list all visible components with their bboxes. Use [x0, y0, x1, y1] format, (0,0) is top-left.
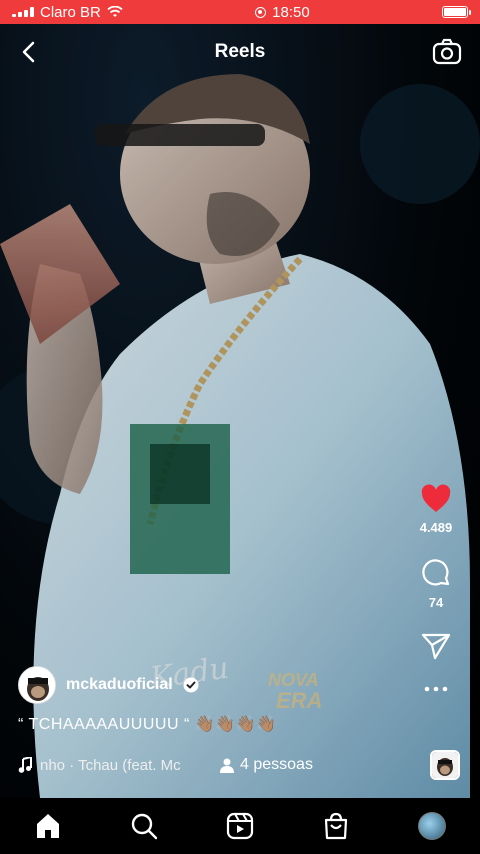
signal-icon: [12, 7, 34, 17]
reel-caption: mckaduoficial “ TCHAAAAAUUUUU “ 👋🏽👋🏽👋🏽👋🏽: [18, 666, 398, 734]
send-icon: [421, 633, 451, 660]
reels-icon: [226, 812, 254, 840]
caption-text[interactable]: “ TCHAAAAAUUUUU “ 👋🏽👋🏽👋🏽👋🏽: [18, 714, 398, 734]
audio-row: nho · Tchau (feat. Mc 4 pessoas: [18, 756, 418, 774]
nav-profile[interactable]: [408, 806, 456, 846]
page-title: Reels: [214, 41, 266, 62]
comment-count: 74: [428, 595, 444, 610]
bottom-nav: [0, 798, 480, 854]
comment-icon: [422, 559, 450, 586]
author-row: mckaduoficial: [18, 666, 398, 704]
more-options-button[interactable]: [424, 686, 448, 692]
share-button[interactable]: [421, 632, 451, 660]
verified-badge-icon: [183, 677, 199, 693]
tagged-people-count: 4 pessoas: [240, 756, 313, 773]
avatar[interactable]: [18, 666, 56, 704]
nav-search[interactable]: [120, 806, 168, 846]
audio-cover-icon: [432, 752, 458, 778]
author-username[interactable]: mckaduoficial: [66, 676, 173, 694]
status-right: [442, 6, 471, 18]
original-audio-thumbnail[interactable]: [430, 750, 460, 780]
battery-icon: [442, 6, 471, 18]
reel-actions: 4.489 74: [406, 484, 466, 692]
comment-button[interactable]: 74: [420, 557, 452, 610]
like-button[interactable]: 4.489: [419, 484, 453, 535]
search-icon: [131, 813, 158, 840]
carrier-label: Claro BR: [40, 3, 101, 21]
camera-icon[interactable]: [432, 37, 462, 67]
status-center: 18:50: [255, 4, 310, 21]
back-arrow-icon[interactable]: [18, 40, 40, 64]
more-dots-icon: [424, 686, 448, 692]
person-icon: [220, 758, 234, 773]
audio-title[interactable]: nho · Tchau (feat. Mc: [40, 757, 198, 774]
nav-reels[interactable]: [216, 806, 264, 846]
tagged-people[interactable]: 4 pessoas: [220, 756, 313, 774]
wifi-icon: [107, 6, 123, 17]
heart-icon: [421, 484, 451, 512]
screen-recording-icon: [255, 6, 267, 18]
status-bar: Claro BR 18:50: [0, 0, 480, 24]
reels-header: Reels: [0, 24, 480, 80]
ape-avatar-icon: [19, 667, 55, 703]
nav-shop[interactable]: [312, 806, 360, 846]
status-left: Claro BR: [12, 4, 123, 21]
home-icon: [37, 814, 59, 838]
like-count: 4.489: [419, 520, 453, 535]
profile-avatar: [418, 812, 446, 840]
music-note-icon: [18, 757, 32, 773]
shopping-bag-icon: [324, 812, 348, 840]
status-time: 18:50: [272, 3, 310, 21]
nav-home[interactable]: [24, 806, 72, 846]
